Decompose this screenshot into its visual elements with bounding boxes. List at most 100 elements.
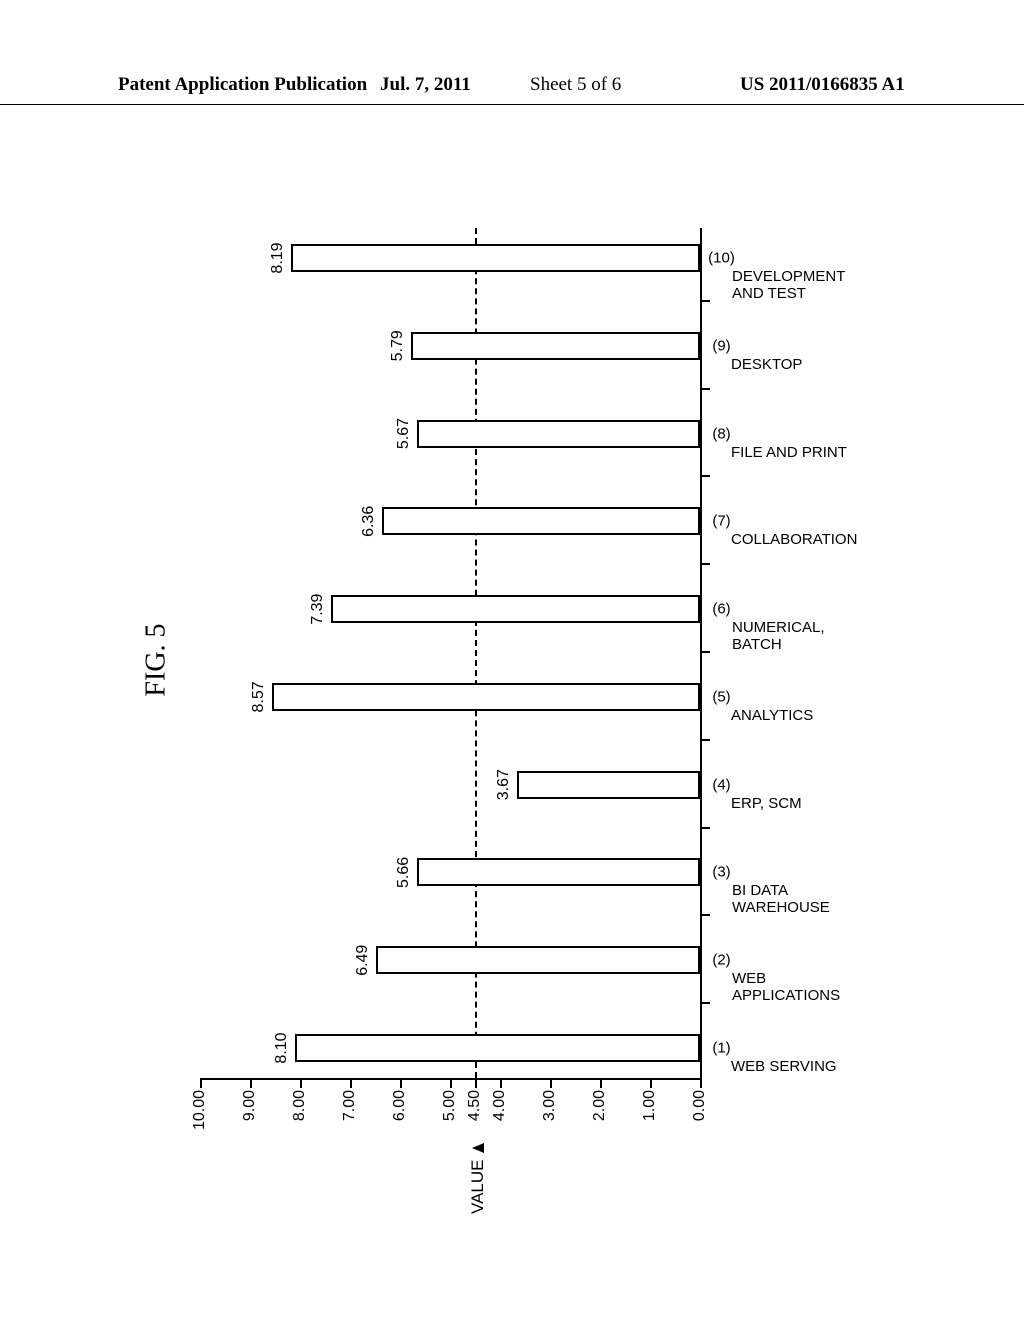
y-tick: [600, 1078, 602, 1088]
y-tick-label: 6.00: [391, 1090, 409, 1136]
category-index: (4): [712, 776, 730, 793]
category-label-line: FILE AND PRINT: [731, 444, 861, 461]
category-label: WEB SERVING: [731, 1058, 861, 1075]
category-label: FILE AND PRINT: [731, 444, 861, 461]
category-index: (2): [712, 952, 730, 969]
header-pubno: US 2011/0166835 A1: [740, 74, 905, 96]
y-tick-label: 4.50: [466, 1090, 484, 1136]
x-tick: [700, 388, 710, 390]
page-header: Patent Application Publication Jul. 7, 2…: [0, 74, 1024, 104]
category-label: BI DATAWAREHOUSE: [732, 882, 862, 917]
category-label: WEBAPPLICATIONS: [732, 970, 862, 1005]
category-label-line: DESKTOP: [731, 356, 861, 373]
y-tick-label: 5.00: [441, 1090, 459, 1136]
bar-value-label: 5.79: [389, 330, 407, 361]
y-tick: [250, 1078, 252, 1088]
x-tick: [700, 827, 710, 829]
bar-value-label: 8.57: [250, 681, 268, 712]
bar: [382, 507, 700, 535]
category-label-line: ANALYTICS: [731, 707, 861, 724]
y-tick-label: 10.00: [191, 1090, 209, 1136]
category-index: (3): [712, 864, 730, 881]
category-label: DESKTOP: [731, 356, 861, 373]
header-left: Patent Application Publication: [118, 74, 367, 96]
category-label-line: COLLABORATION: [731, 531, 861, 548]
category-label: ERP, SCM: [731, 795, 861, 812]
category-index: (6): [712, 601, 730, 618]
y-tick-label: 3.00: [541, 1090, 559, 1136]
chart-rotated-wrapper: 0.001.002.003.004.004.505.006.007.008.00…: [40, 310, 1020, 1010]
x-tick: [700, 651, 710, 653]
x-tick: [700, 739, 710, 741]
figure-area: FIG. 5 0.001.002.003.004.004.505.006.007…: [130, 160, 890, 1160]
category-index: (5): [712, 688, 730, 705]
y-tick-label: 1.00: [641, 1090, 659, 1136]
chart: 0.00 1.00 2.00 3.00 4.00 4.50 5.00 6.00 7.00 8.00…: [180, 170, 880, 1150]
category-label-line: AND TEST: [732, 285, 862, 302]
x-tick: [700, 300, 710, 302]
y-tick-label: 8.00: [291, 1090, 309, 1136]
y-tick-label: 4.00: [491, 1090, 509, 1136]
bar: [376, 946, 701, 974]
y-tick: [200, 1078, 202, 1088]
bar-value-label: 5.67: [395, 418, 413, 449]
bar: [411, 332, 701, 360]
bar-value-label: 3.67: [495, 769, 513, 800]
category-label-line: ERP, SCM: [731, 795, 861, 812]
category-label: DEVELOPMENTAND TEST: [732, 268, 862, 303]
bar-value-label: 8.19: [269, 242, 287, 273]
bar: [417, 858, 700, 886]
y-tick: [300, 1078, 302, 1088]
bar: [517, 771, 701, 799]
y-tick: [550, 1078, 552, 1088]
category-index: (8): [712, 425, 730, 442]
category-label: ANALYTICS: [731, 707, 861, 724]
y-tick: [350, 1078, 352, 1088]
category-label-line: BATCH: [732, 636, 862, 653]
category-index: (10): [708, 250, 735, 267]
y-tick-label: 9.00: [241, 1090, 259, 1136]
x-tick: [700, 475, 710, 477]
category-index: (9): [712, 337, 730, 354]
x-tick: [700, 563, 710, 565]
bar: [295, 1034, 700, 1062]
bar: [331, 595, 701, 623]
y-tick: [400, 1078, 402, 1088]
category-label-line: DEVELOPMENT: [732, 268, 862, 285]
y-axis-title: VALUE: [468, 1144, 488, 1215]
y-tick: [450, 1078, 452, 1088]
header-date: Jul. 7, 2011: [380, 74, 471, 96]
category-label-line: WEB SERVING: [731, 1058, 861, 1075]
y-tick-label: 0.00: [691, 1090, 709, 1136]
y-tick: [500, 1078, 502, 1088]
x-tick: [700, 1002, 710, 1004]
category-label: COLLABORATION: [731, 531, 861, 548]
y-tick: [700, 1078, 702, 1088]
category-label-line: NUMERICAL,: [732, 619, 862, 636]
y-tick-label: 2.00: [591, 1090, 609, 1136]
arrow-up-icon: [472, 1144, 484, 1154]
bar: [272, 683, 701, 711]
y-tick-label: 7.00: [341, 1090, 359, 1136]
x-tick: [700, 914, 710, 916]
category-index: (1): [712, 1040, 730, 1057]
category-index: (7): [712, 513, 730, 530]
bar-value-label: 5.66: [395, 857, 413, 888]
y-axis-title-text: VALUE: [468, 1160, 488, 1215]
bar: [291, 244, 701, 272]
category-label: NUMERICAL,BATCH: [732, 619, 862, 654]
category-label-line: BI DATA: [732, 882, 862, 899]
bar-value-label: 6.49: [354, 945, 372, 976]
bar-value-label: 6.36: [360, 506, 378, 537]
category-label-line: APPLICATIONS: [732, 987, 862, 1004]
page: Patent Application Publication Jul. 7, 2…: [0, 0, 1024, 1320]
bar-value-label: 8.10: [273, 1032, 291, 1063]
header-rule: [0, 104, 1024, 105]
category-label-line: WEB: [732, 970, 862, 987]
y-tick: [650, 1078, 652, 1088]
bar-value-label: 7.39: [309, 594, 327, 625]
bar: [417, 420, 701, 448]
y-tick: [475, 1078, 477, 1088]
category-label-line: WAREHOUSE: [732, 900, 862, 917]
header-sheet: Sheet 5 of 6: [530, 74, 621, 96]
